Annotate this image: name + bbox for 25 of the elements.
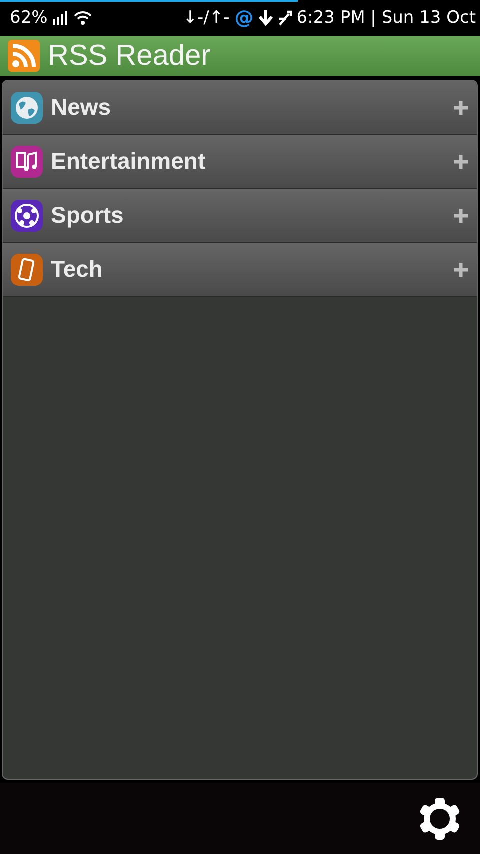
category-row[interactable]: News	[3, 81, 477, 135]
app-title: RSS Reader	[48, 40, 211, 72]
category-label: Sports	[51, 202, 125, 229]
category-row[interactable]: Tech	[3, 243, 477, 297]
signal-icon	[52, 11, 69, 25]
rss-icon	[8, 40, 40, 72]
settings-icon[interactable]	[418, 796, 462, 840]
wifi-icon	[74, 11, 92, 25]
transfer-indicator: ↓-/↑-	[183, 8, 230, 28]
battery-percent: 62%	[10, 8, 48, 28]
category-row[interactable]: Entertainment	[3, 135, 477, 189]
add-icon[interactable]	[453, 154, 469, 170]
download-arrow-icon	[258, 10, 273, 26]
category-label: Entertainment	[51, 148, 207, 175]
category-row[interactable]: Sports	[3, 189, 477, 243]
category-label: Tech	[51, 256, 104, 283]
add-icon[interactable]	[453, 100, 469, 116]
mail-indicator: @	[234, 7, 254, 29]
add-icon[interactable]	[453, 262, 469, 278]
add-icon[interactable]	[453, 208, 469, 224]
globe-icon	[11, 92, 43, 124]
music-icon	[11, 146, 43, 178]
phone-icon	[11, 254, 43, 286]
category-label: News	[51, 94, 112, 121]
clock: 6:23 PM | Sun 13 Oct	[296, 8, 476, 28]
